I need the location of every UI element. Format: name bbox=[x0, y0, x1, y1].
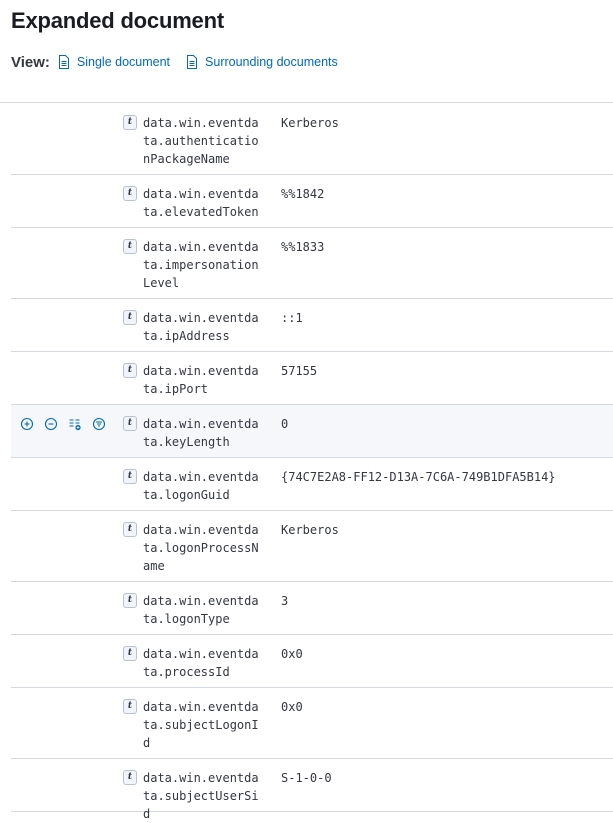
field-name: data.win.eventdata.elevatedToken bbox=[143, 187, 259, 219]
view-switcher: View: Single document Surrounding docume… bbox=[11, 52, 338, 72]
field-value: Kerberos bbox=[281, 116, 339, 130]
document-icon bbox=[187, 55, 198, 69]
filter-for-value-icon[interactable] bbox=[20, 417, 34, 431]
field-type-icon: t bbox=[123, 363, 137, 378]
field-type-icon: t bbox=[123, 416, 137, 431]
field-value: {74C7E2A8-FF12-D13A-7C6A-749B1DFA5B14} bbox=[281, 470, 556, 484]
row-actions bbox=[20, 417, 116, 431]
field-type-icon: t bbox=[123, 115, 137, 130]
field-name: data.win.eventdata.processId bbox=[143, 647, 259, 679]
field-name: data.win.eventdata.logonType bbox=[143, 594, 259, 626]
single-document-label: Single document bbox=[76, 55, 171, 69]
field-value: 3 bbox=[281, 594, 289, 608]
table-row: t data.win.eventdata.processId 0x0 bbox=[11, 635, 613, 688]
field-type-icon: t bbox=[123, 646, 137, 661]
field-value: S-1-0-0 bbox=[281, 771, 332, 785]
table-row: t data.win.eventdata.keyLength 0 bbox=[11, 405, 613, 458]
toggle-column-icon[interactable] bbox=[68, 417, 82, 431]
field-value: %%1833 bbox=[281, 240, 325, 254]
field-value: Kerberos bbox=[281, 523, 339, 537]
table-row: t data.win.eventdata.elevatedToken %%1842 bbox=[11, 175, 613, 228]
table-row: t data.win.eventdata.logonType 3 bbox=[11, 582, 613, 635]
table-row: t data.win.eventdata.logonProcessName Kerb… bbox=[11, 511, 613, 582]
filter-exists-icon[interactable] bbox=[92, 417, 106, 431]
surrounding-documents-label: Surrounding documents bbox=[205, 55, 338, 69]
field-name: data.win.eventdata.impersonationLevel bbox=[143, 240, 259, 290]
field-name: data.win.eventdata.ipAddress bbox=[143, 311, 259, 343]
field-value: 57155 bbox=[281, 364, 318, 378]
view-label: View: bbox=[11, 53, 50, 71]
table-row: t data.win.eventdata.authenticationPackag… bbox=[11, 104, 613, 175]
field-type-icon: t bbox=[123, 770, 137, 785]
field-name: data.win.eventdata.keyLength bbox=[143, 417, 259, 449]
field-type-icon: t bbox=[123, 239, 137, 254]
field-name: data.win.eventdata.logonProcessName bbox=[143, 523, 259, 573]
field-name: data.win.eventdata.subjectUserSid bbox=[143, 771, 259, 821]
field-name: data.win.eventdata.ipPort bbox=[143, 364, 259, 396]
field-value: 0 bbox=[281, 417, 289, 431]
field-value: 0x0 bbox=[281, 700, 303, 714]
field-type-icon: t bbox=[123, 593, 137, 608]
table-row: t data.win.eventdata.ipAddress::1 bbox=[11, 299, 613, 352]
page-title: Expanded document bbox=[11, 8, 224, 33]
field-value: %%1842 bbox=[281, 187, 325, 201]
surrounding-documents-link[interactable]: Surrounding documents bbox=[186, 55, 338, 69]
field-value: 0x0 bbox=[281, 647, 303, 661]
field-name: data.win.eventdata.logonGuid bbox=[143, 470, 259, 502]
field-type-icon: t bbox=[123, 310, 137, 325]
table-row: t data.win.eventdata.subjectLogonId 0x0 bbox=[11, 688, 613, 759]
field-name: data.win.eventdata.authenticationPackage… bbox=[143, 116, 259, 166]
field-type-icon: t bbox=[123, 469, 137, 484]
filter-out-value-icon[interactable] bbox=[44, 417, 58, 431]
field-type-icon: t bbox=[123, 186, 137, 201]
table-row: t data.win.eventdata.logonGuid {74C7E2A8-F… bbox=[11, 458, 613, 511]
table-top-border bbox=[0, 102, 613, 103]
table-row: t data.win.eventdata.impersonationLevel%%… bbox=[11, 228, 613, 299]
field-type-icon: t bbox=[123, 522, 137, 537]
single-document-link[interactable]: Single document bbox=[58, 55, 170, 69]
document-fields-table: t data.win.eventdata.authenticationPackag… bbox=[11, 104, 613, 821]
document-icon bbox=[58, 55, 69, 69]
table-row: t data.win.eventdata.ipPort 57155 bbox=[11, 352, 613, 405]
field-name: data.win.eventdata.subjectLogonId bbox=[143, 700, 259, 750]
field-type-icon: t bbox=[123, 699, 137, 714]
field-value: ::1 bbox=[281, 311, 303, 325]
table-row: t data.win.eventdata.subjectUserSid S-1-0-… bbox=[11, 759, 613, 821]
